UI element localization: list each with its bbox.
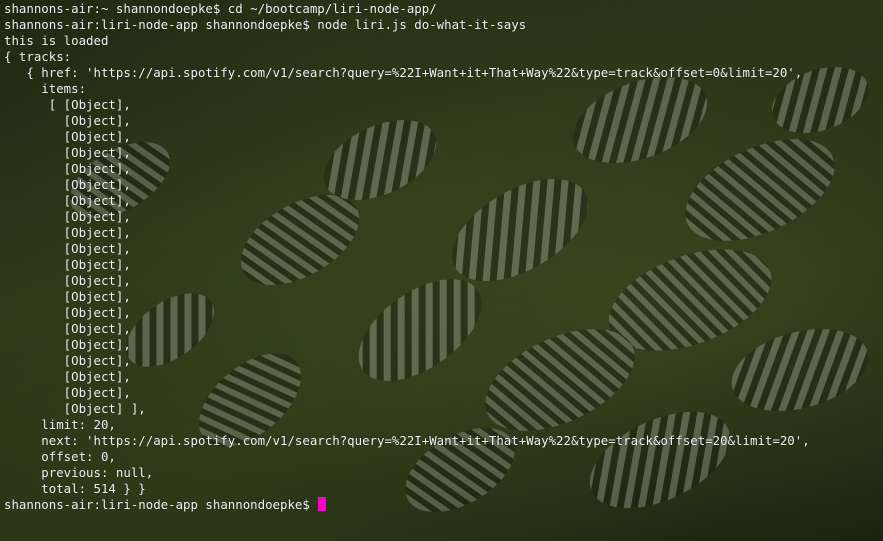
output-line: [Object], <box>4 289 131 304</box>
text-cursor[interactable] <box>318 497 327 511</box>
terminal-output[interactable]: shannons-air:~ shannondoepke$ cd ~/bootc… <box>0 0 883 541</box>
output-line: [Object], <box>4 209 131 224</box>
output-line: [ [Object], <box>4 97 131 112</box>
output-line: [Object], <box>4 241 131 256</box>
output-line: [Object], <box>4 385 131 400</box>
output-line: [Object] ], <box>4 401 146 416</box>
output-line: items: <box>4 81 87 96</box>
output-line: limit: 20, <box>4 417 116 432</box>
output-line: [Object], <box>4 177 131 192</box>
output-line: [Object], <box>4 161 131 176</box>
output-line: total: 514 } } <box>4 481 146 496</box>
output-line: [Object], <box>4 273 131 288</box>
output-line: [Object], <box>4 129 131 144</box>
output-line: offset: 0, <box>4 449 116 464</box>
output-line: [Object], <box>4 305 131 320</box>
output-line: { tracks: <box>4 49 72 64</box>
output-line: { href: 'https://api.spotify.com/v1/sear… <box>4 65 803 80</box>
output-line: this is loaded <box>4 33 109 48</box>
output-line: [Object], <box>4 321 131 336</box>
output-line: [Object], <box>4 193 131 208</box>
output-line: [Object], <box>4 257 131 272</box>
output-line: [Object], <box>4 113 131 128</box>
output-line: [Object], <box>4 225 131 240</box>
output-line: shannons-air:~ shannondoepke$ cd ~/bootc… <box>4 1 437 16</box>
terminal-window[interactable]: shannons-air:~ shannondoepke$ cd ~/bootc… <box>0 0 883 541</box>
prompt-line[interactable]: shannons-air:liri-node-app shannondoepke… <box>4 497 883 513</box>
output-line: next: 'https://api.spotify.com/v1/search… <box>4 433 810 448</box>
output-line: [Object], <box>4 353 131 368</box>
output-line: previous: null, <box>4 465 154 480</box>
output-line: [Object], <box>4 369 131 384</box>
prompt-text: shannons-air:liri-node-app shannondoepke… <box>4 497 318 512</box>
output-line: [Object], <box>4 337 131 352</box>
output-line: shannons-air:liri-node-app shannondoepke… <box>4 17 527 32</box>
output-line: [Object], <box>4 145 131 160</box>
